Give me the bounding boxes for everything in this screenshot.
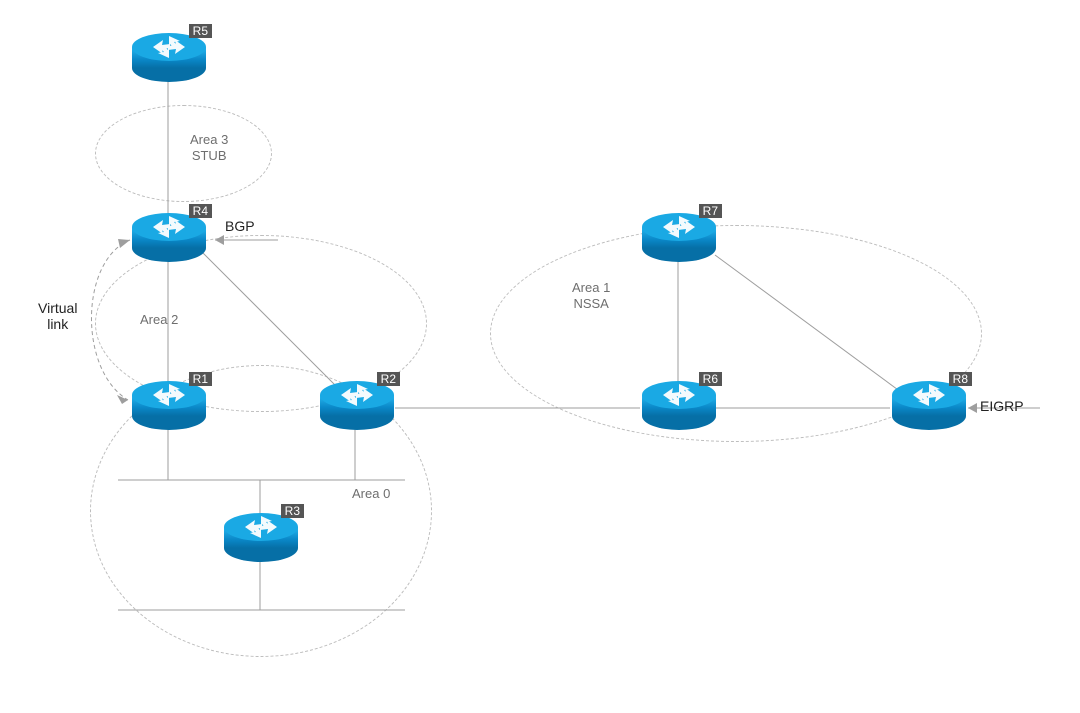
area1-label: Area 1 NSSA: [572, 280, 610, 311]
router-R8: R8: [890, 378, 968, 432]
diagram-canvas: Area 3 STUB Area 2 Area 0 Area 1 NSSA: [0, 0, 1080, 713]
router-R3: R3: [222, 510, 300, 564]
router-R6: R6: [640, 378, 718, 432]
router-R2-label: R2: [377, 372, 400, 386]
router-icon: [640, 378, 718, 432]
router-R1-label: R1: [189, 372, 212, 386]
router-R1: R1: [130, 378, 208, 432]
area0-label: Area 0: [352, 486, 390, 502]
router-R4: R4: [130, 210, 208, 264]
router-R5-label: R5: [189, 24, 212, 38]
router-icon: [130, 378, 208, 432]
virtual-link-label: Virtual link: [38, 300, 77, 332]
eigrp-label: EIGRP: [980, 398, 1024, 414]
router-R4-label: R4: [189, 204, 212, 218]
router-icon: [130, 210, 208, 264]
router-R7: R7: [640, 210, 718, 264]
area2-label: Area 2: [140, 312, 178, 328]
router-icon: [222, 510, 300, 564]
router-icon: [318, 378, 396, 432]
router-R8-label: R8: [949, 372, 972, 386]
area3-label: Area 3 STUB: [190, 132, 228, 163]
area3-ellipse: [95, 105, 272, 202]
router-R6-label: R6: [699, 372, 722, 386]
router-icon: [890, 378, 968, 432]
router-icon: [130, 30, 208, 84]
router-R2: R2: [318, 378, 396, 432]
router-R5: R5: [130, 30, 208, 84]
router-icon: [640, 210, 718, 264]
router-R3-label: R3: [281, 504, 304, 518]
bgp-label: BGP: [225, 218, 255, 234]
router-R7-label: R7: [699, 204, 722, 218]
